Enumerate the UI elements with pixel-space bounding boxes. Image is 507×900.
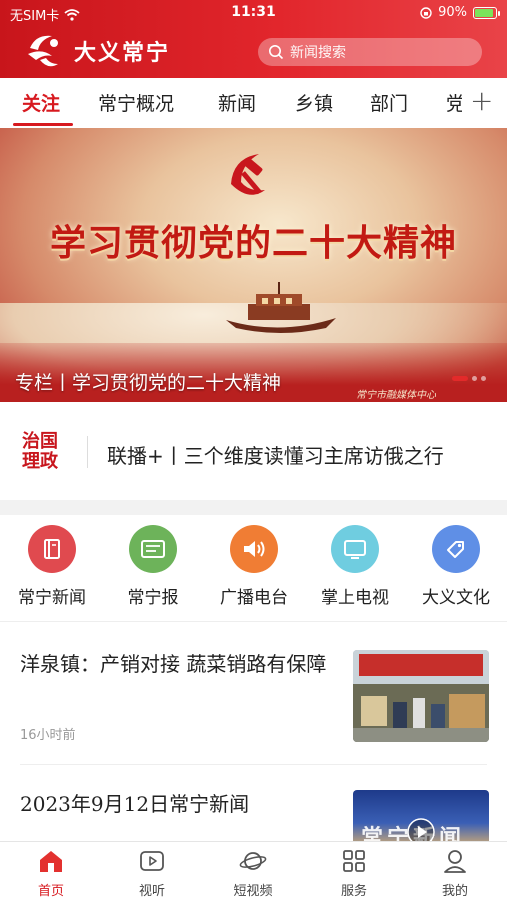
news-thumbnail xyxy=(353,650,489,742)
speaker-icon xyxy=(230,525,278,573)
shortcut-changning-paper[interactable]: 常宁报 xyxy=(103,525,203,608)
user-icon xyxy=(444,850,466,873)
active-tab-indicator xyxy=(13,123,73,126)
nav-label: 视听 xyxy=(138,884,165,899)
search-placeholder: 新闻搜索 xyxy=(290,45,346,61)
book-icon xyxy=(28,525,76,573)
logo-icon xyxy=(28,35,58,67)
tab-overview[interactable]: 常宁概况 xyxy=(98,89,174,116)
banner-caption: 专栏丨学习贯彻党的二十大精神 xyxy=(15,372,282,394)
shortcut-label: 大义文化 xyxy=(422,588,490,608)
shortcut-label: 常宁新闻 xyxy=(18,588,86,608)
headline-strip[interactable]: 治国理政 联播+丨三个维度读懂习主席访俄之行 xyxy=(0,402,507,500)
banner-source: 常宁市融媒体中心 xyxy=(356,390,436,401)
nav-label: 短视频 xyxy=(233,884,273,899)
shortcut-changning-news[interactable]: 常宁新闻 xyxy=(2,525,102,608)
news-list: 洋泉镇：产销对接 蔬菜销路有保障 16小时前 2023年9月12日常宁新闻 常宁… xyxy=(0,621,507,850)
tab-towns[interactable]: 乡镇 xyxy=(295,89,333,116)
tab-news[interactable]: 新闻 xyxy=(218,89,256,116)
nav-label: 首页 xyxy=(37,884,64,899)
shortcut-label: 广播电台 xyxy=(220,588,288,608)
shortcut-dayi-culture[interactable]: 大义文化 xyxy=(406,525,506,608)
carousel-dot xyxy=(472,376,477,381)
nav-media[interactable]: 视听 xyxy=(112,848,192,899)
shortcut-radio[interactable]: 广播电台 xyxy=(204,525,304,608)
tv-icon xyxy=(331,525,379,573)
search-input[interactable]: 新闻搜索 xyxy=(258,38,482,66)
banner-title: 学习贯彻党的二十大精神 xyxy=(49,222,457,264)
carousel-dots xyxy=(452,376,486,381)
headline-text: 联播+丨三个维度读懂习主席访俄之行 xyxy=(107,444,444,468)
carousel-dot-active xyxy=(452,376,468,381)
play-icon xyxy=(140,851,164,871)
tag-icon xyxy=(432,525,480,573)
brand-name: 大义常宁 xyxy=(74,41,171,66)
shortcut-mobile-tv[interactable]: 掌上电视 xyxy=(305,525,405,608)
news-time: 16小时前 xyxy=(20,728,76,743)
news-title: 洋泉镇：产销对接 蔬菜销路有保障 xyxy=(20,652,327,676)
nav-label: 我的 xyxy=(441,884,468,899)
app-header: 无SIM卡 11:31 90% 大义常宁 新闻搜索 xyxy=(0,0,507,78)
tab-follow[interactable]: 关注 xyxy=(22,89,60,116)
orientation-lock-icon xyxy=(420,6,432,19)
red-boat-icon xyxy=(226,282,336,333)
shortcut-label: 掌上电视 xyxy=(321,588,389,608)
nav-profile[interactable]: 我的 xyxy=(415,848,495,899)
news-title: 2023年9月12日常宁新闻 xyxy=(20,792,250,816)
battery-icon xyxy=(473,6,500,19)
battery-percent: 90% xyxy=(438,5,467,20)
nav-label: 服务 xyxy=(340,884,367,899)
search-icon xyxy=(269,45,284,60)
planet-icon xyxy=(239,852,267,870)
nav-services[interactable]: 服务 xyxy=(314,848,394,899)
party-emblem-icon xyxy=(231,154,265,195)
brand[interactable]: 大义常宁 xyxy=(22,30,170,72)
headline-tag: 治国理政 xyxy=(22,431,58,472)
divider xyxy=(87,436,88,468)
status-bar: 无SIM卡 11:31 90% xyxy=(0,0,507,28)
home-icon xyxy=(40,851,62,872)
carousel-dot xyxy=(481,376,486,381)
add-channel-button[interactable]: + xyxy=(470,84,493,117)
shortcut-grid: 常宁新闻 常宁报 广播电台 掌上电视 大义文化 xyxy=(0,515,507,621)
shortcut-label: 常宁报 xyxy=(127,588,179,608)
newspaper-icon xyxy=(129,525,177,573)
list-divider xyxy=(20,764,487,765)
tab-departments[interactable]: 部门 xyxy=(370,89,408,116)
grid-icon xyxy=(343,850,365,872)
nav-home[interactable]: 首页 xyxy=(11,848,91,899)
channel-tabs: 关注 常宁概况 新闻 乡镇 部门 党 + xyxy=(0,78,507,128)
bottom-nav: 首页 视听 短视频 服务 我的 xyxy=(0,841,507,900)
banner-carousel[interactable]: 学习贯彻党的二十大精神 专栏丨学习贯彻党的二十大精神 常宁市融媒体中心 xyxy=(0,128,507,402)
nav-short-video[interactable]: 短视频 xyxy=(213,848,293,899)
tab-party[interactable]: 党 xyxy=(446,89,462,116)
